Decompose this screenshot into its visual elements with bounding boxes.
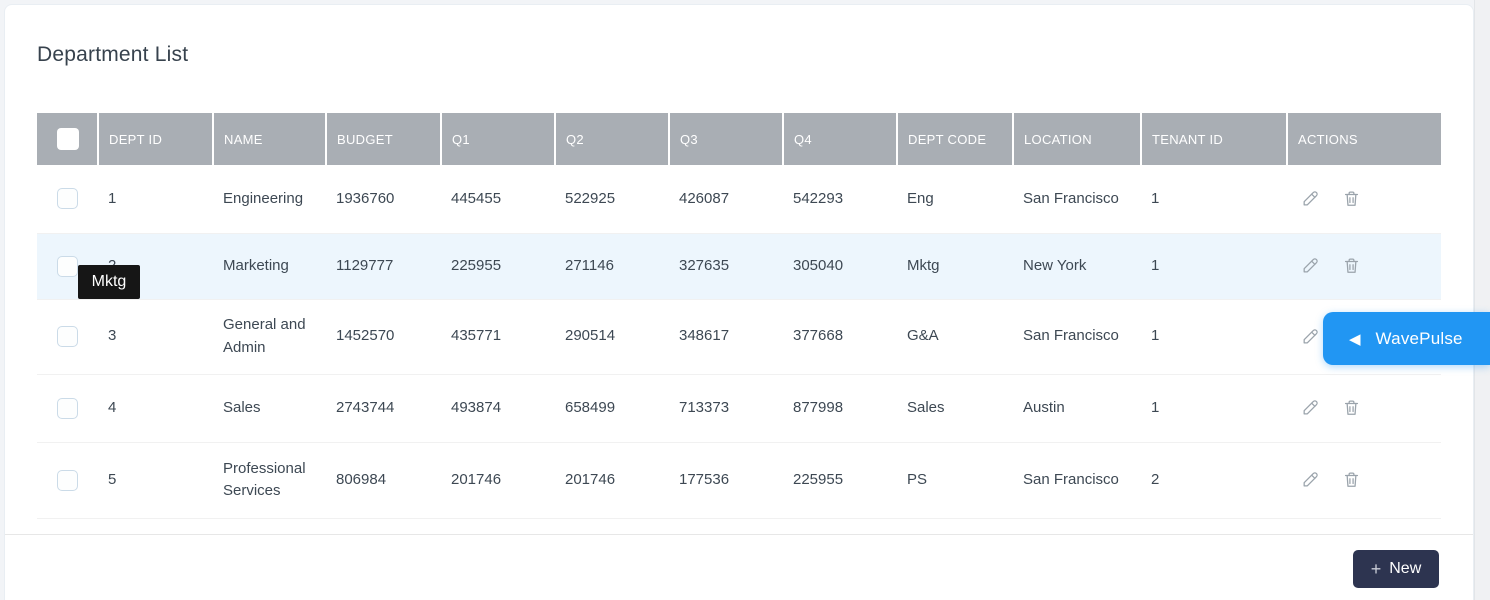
cell-tenant-id: 2 [1141,442,1287,518]
cell-location: New York [1013,233,1141,299]
cell-q3: 177536 [669,442,783,518]
select-all-header-cell [37,113,98,165]
column-header-q2: Q2 [555,113,669,165]
cell-q3: 426087 [669,165,783,233]
column-header-dept-id: DEPT ID [98,113,213,165]
cell-q2: 290514 [555,299,669,374]
page-title: Department List [37,43,188,67]
cell-q1: 201746 [441,442,555,518]
cell-q2: 522925 [555,165,669,233]
cell-tenant-id: 1 [1141,299,1287,374]
edit-icon[interactable] [1301,327,1320,346]
row-checkbox[interactable] [57,326,78,347]
edit-icon[interactable] [1301,256,1320,275]
trash-icon[interactable] [1342,470,1361,489]
cell-dept-code: Eng [897,165,1013,233]
new-button[interactable]: + New [1353,550,1439,588]
table-row[interactable]: 1 Engineering 1936760 445455 522925 4260… [37,165,1441,233]
cell-q4: 305040 [783,233,897,299]
table-header-row: DEPT ID NAME BUDGET Q1 Q2 Q3 Q4 DEPT COD… [37,113,1441,165]
cell-dept-code: PS [897,442,1013,518]
department-list-card: Department List DEPT ID NAME BUDGET Q1 Q… [4,4,1474,600]
row-checkbox[interactable] [57,398,78,419]
row-checkbox[interactable] [57,256,78,277]
edit-icon[interactable] [1301,470,1320,489]
cell-dept-code: Mktg [897,233,1013,299]
cell-q1: 445455 [441,165,555,233]
plus-icon: + [1371,559,1382,580]
row-checkbox[interactable] [57,470,78,491]
cell-q1: 435771 [441,299,555,374]
wavepulse-label: WavePulse [1376,329,1463,349]
cell-name: General and Admin [213,299,326,374]
tooltip: Mktg [78,265,140,299]
cell-q1: 225955 [441,233,555,299]
cell-budget: 1452570 [326,299,441,374]
edit-icon[interactable] [1301,189,1320,208]
cell-location: San Francisco [1013,442,1141,518]
cell-location: San Francisco [1013,299,1141,374]
table-row[interactable]: 4 Sales 2743744 493874 658499 713373 877… [37,374,1441,442]
left-triangle-icon: ◀ [1349,330,1361,348]
cell-budget: 2743744 [326,374,441,442]
cell-budget: 1936760 [326,165,441,233]
trash-icon[interactable] [1342,398,1361,417]
table-row[interactable]: 3 General and Admin 1452570 435771 29051… [37,299,1441,374]
table-row[interactable]: 5 Professional Services 806984 201746 20… [37,442,1441,518]
cell-dept-id: 4 [98,374,213,442]
cell-q4: 877998 [783,374,897,442]
cell-name: Sales [213,374,326,442]
trash-icon[interactable] [1342,256,1361,275]
cell-tenant-id: 1 [1141,165,1287,233]
column-header-q3: Q3 [669,113,783,165]
column-header-location: LOCATION [1013,113,1141,165]
select-all-checkbox[interactable] [57,128,79,150]
cell-q3: 713373 [669,374,783,442]
column-header-dept-code: DEPT CODE [897,113,1013,165]
table-row[interactable]: 2 Marketing 1129777 225955 271146 327635… [37,233,1441,299]
cell-name: Engineering [213,165,326,233]
cell-budget: 806984 [326,442,441,518]
new-button-label: New [1389,560,1421,578]
cell-q2: 201746 [555,442,669,518]
cell-dept-code: Sales [897,374,1013,442]
scrollbar-gutter[interactable] [1474,0,1490,600]
cell-name: Professional Services [213,442,326,518]
table-footer: + New [5,534,1473,600]
cell-q2: 271146 [555,233,669,299]
cell-dept-id: 5 [98,442,213,518]
cell-q3: 327635 [669,233,783,299]
column-header-q1: Q1 [441,113,555,165]
cell-q4: 542293 [783,165,897,233]
column-header-budget: BUDGET [326,113,441,165]
cell-q4: 377668 [783,299,897,374]
cell-budget: 1129777 [326,233,441,299]
edit-icon[interactable] [1301,398,1320,417]
cell-dept-code: G&A [897,299,1013,374]
cell-q2: 658499 [555,374,669,442]
column-header-q4: Q4 [783,113,897,165]
cell-q1: 493874 [441,374,555,442]
cell-tenant-id: 1 [1141,233,1287,299]
column-header-actions: ACTIONS [1287,113,1441,165]
cell-location: San Francisco [1013,165,1141,233]
cell-name: Marketing [213,233,326,299]
cell-q3: 348617 [669,299,783,374]
department-table: DEPT ID NAME BUDGET Q1 Q2 Q3 Q4 DEPT COD… [37,113,1441,519]
column-header-name: NAME [213,113,326,165]
cell-dept-id: 3 [98,299,213,374]
cell-dept-id: 1 [98,165,213,233]
wavepulse-button[interactable]: ◀ WavePulse [1323,312,1490,365]
trash-icon[interactable] [1342,189,1361,208]
cell-tenant-id: 1 [1141,374,1287,442]
cell-q4: 225955 [783,442,897,518]
row-checkbox[interactable] [57,188,78,209]
column-header-tenant-id: TENANT ID [1141,113,1287,165]
cell-location: Austin [1013,374,1141,442]
